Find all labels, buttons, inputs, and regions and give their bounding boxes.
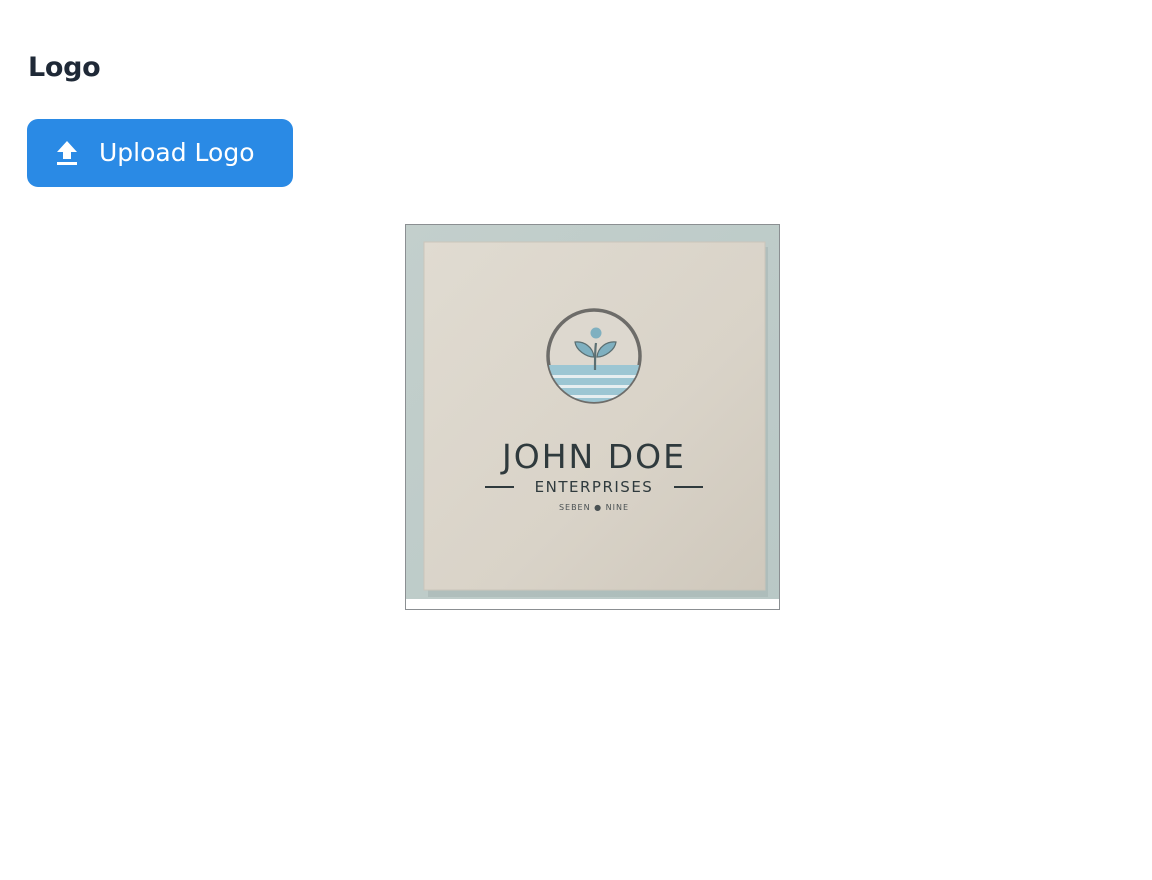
section-title: Logo [28, 52, 101, 83]
upload-logo-button[interactable]: Upload Logo [27, 119, 293, 187]
logo-settings-page: Logo Upload Logo JOHN DOE ENTERPRISES SE… [0, 0, 1152, 880]
upload-icon [57, 141, 77, 165]
upload-logo-label: Upload Logo [99, 138, 255, 167]
logo-subline-text: SEBEN ● NINE [559, 503, 629, 512]
logo-tagline-text: ENTERPRISES [535, 478, 654, 496]
logo-image: JOHN DOE ENTERPRISES SEBEN ● NINE [406, 225, 779, 609]
logo-brand-text: JOHN DOE [500, 437, 686, 476]
logo-preview-image: JOHN DOE ENTERPRISES SEBEN ● NINE [405, 224, 780, 610]
